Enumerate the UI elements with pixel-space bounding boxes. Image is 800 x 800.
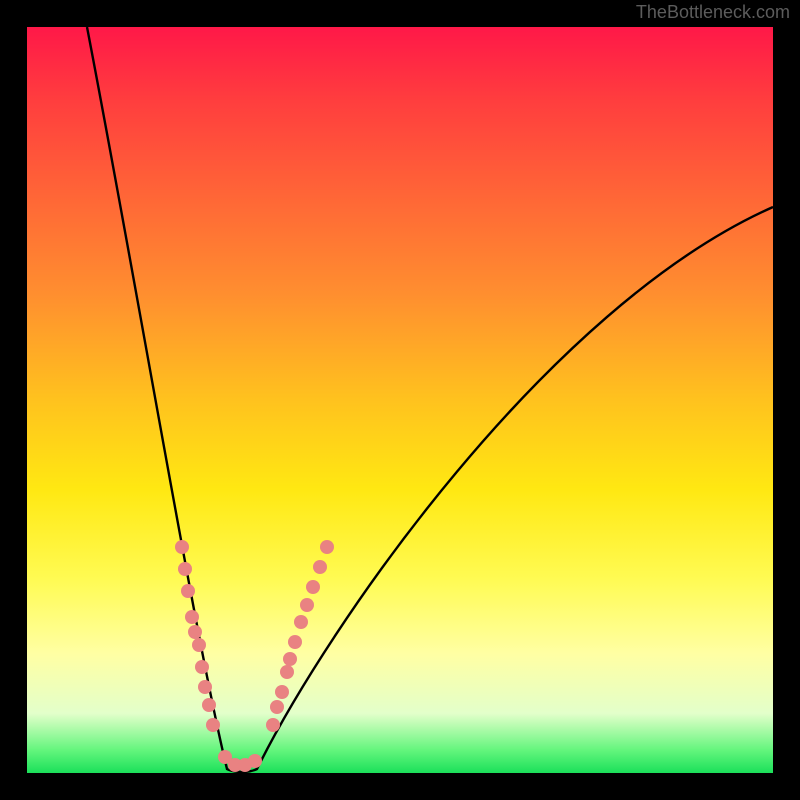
- data-point: [306, 580, 320, 594]
- data-point: [313, 560, 327, 574]
- data-point: [300, 598, 314, 612]
- data-point: [198, 680, 212, 694]
- data-point: [248, 754, 262, 768]
- data-point: [188, 625, 202, 639]
- data-point: [320, 540, 334, 554]
- data-point: [275, 685, 289, 699]
- data-point: [178, 562, 192, 576]
- data-point: [175, 540, 189, 554]
- data-point: [270, 700, 284, 714]
- data-point: [195, 660, 209, 674]
- data-point: [294, 615, 308, 629]
- data-point: [288, 635, 302, 649]
- data-point: [202, 698, 216, 712]
- data-point: [181, 584, 195, 598]
- data-point: [283, 652, 297, 666]
- watermark-text: TheBottleneck.com: [636, 2, 790, 23]
- plot-area: [27, 27, 773, 773]
- data-point: [206, 718, 220, 732]
- data-point: [266, 718, 280, 732]
- curve-svg: [27, 27, 773, 773]
- data-point: [185, 610, 199, 624]
- data-point: [192, 638, 206, 652]
- bottleneck-curve: [87, 27, 773, 772]
- data-point: [280, 665, 294, 679]
- chart-container: TheBottleneck.com: [0, 0, 800, 800]
